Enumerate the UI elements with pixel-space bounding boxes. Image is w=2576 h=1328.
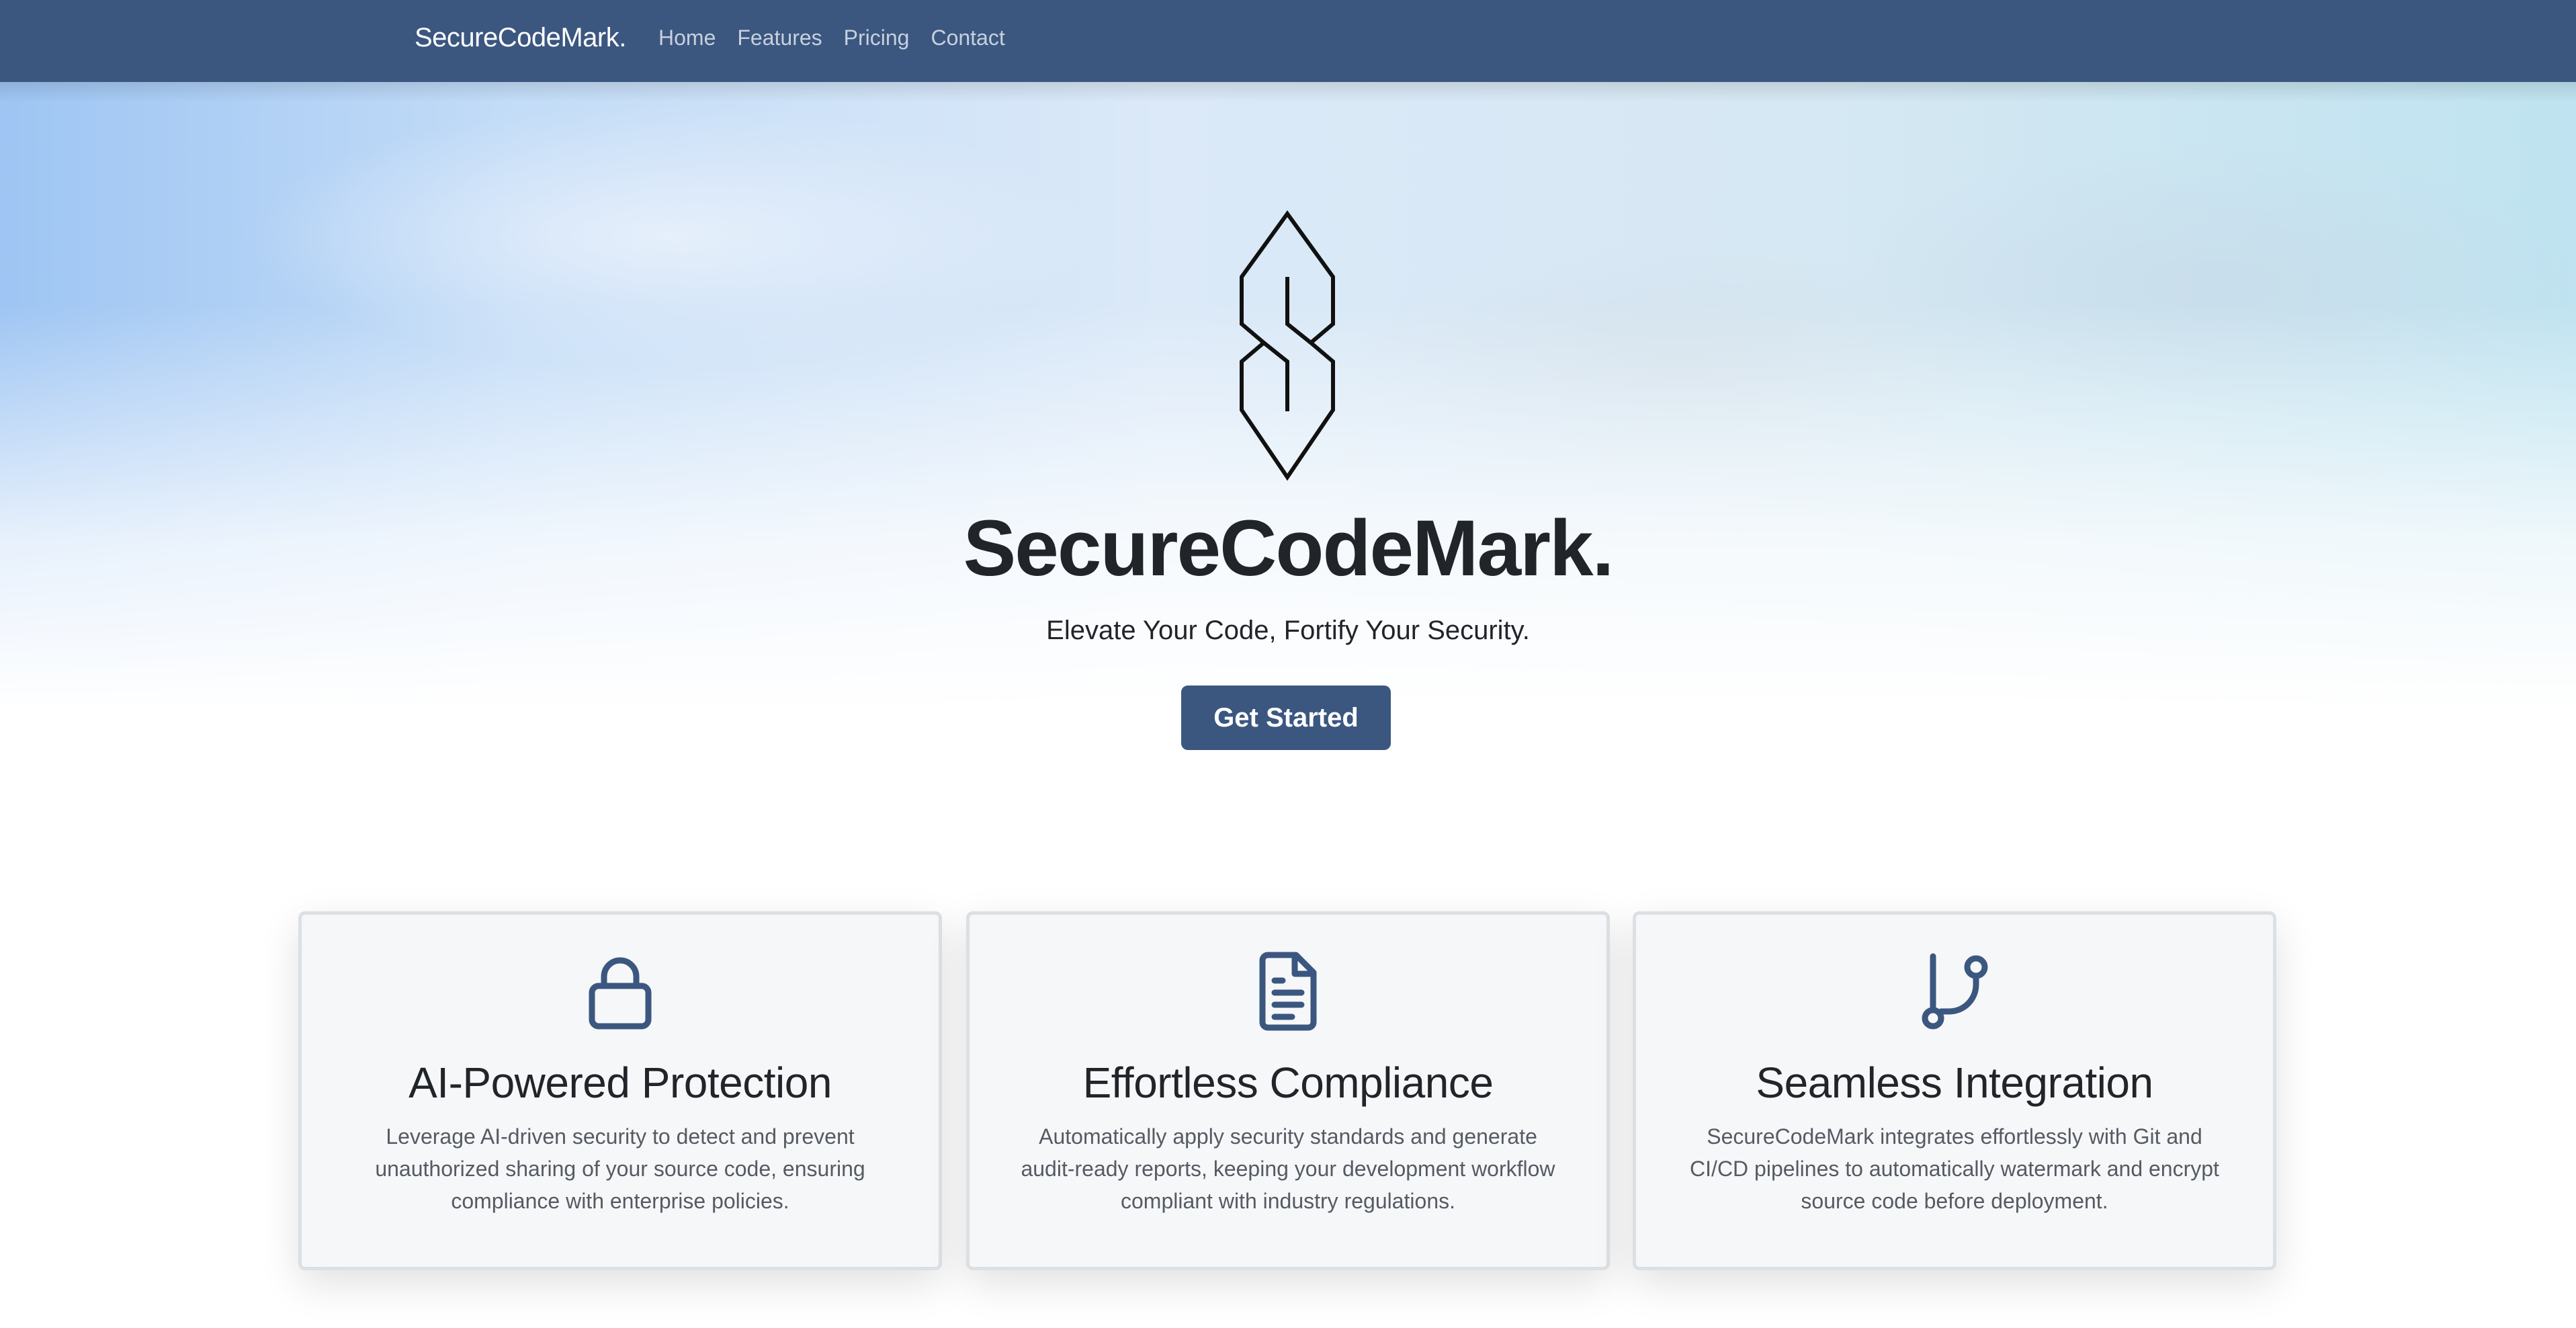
hero-subtitle: Elevate Your Code, Fortify Your Security… <box>1046 616 1530 645</box>
feature-description: Automatically apply security standards a… <box>1021 1124 1555 1213</box>
top-navbar: SecureCodeMark. Home Features Pricing Co… <box>0 0 2576 82</box>
nav-link-contact[interactable]: Contact <box>931 26 1004 50</box>
brand-link[interactable]: SecureCodeMark. <box>415 23 626 53</box>
nav-link-pricing[interactable]: Pricing <box>844 26 910 50</box>
document-icon <box>1259 952 1317 1031</box>
feature-card-ai-protection: AI-Powered Protection Leverage AI-driven… <box>298 911 942 1270</box>
feature-title: Seamless Integration <box>1756 1059 2153 1107</box>
feature-card-compliance: Effortless Compliance Automatically appl… <box>966 911 1610 1270</box>
feature-title: Effortless Compliance <box>1082 1059 1494 1107</box>
nav-links: Home Features Pricing Contact <box>658 26 1027 50</box>
nav-link-home[interactable]: Home <box>658 26 716 50</box>
get-started-button[interactable]: Get Started <box>1181 686 1391 750</box>
feature-description: SecureCodeMark integrates effortlessly w… <box>1690 1124 2219 1213</box>
git-branch-icon <box>1922 953 1988 1030</box>
feature-title: AI-Powered Protection <box>409 1059 832 1107</box>
hero-title: SecureCodeMark. <box>963 504 1615 593</box>
stylized-s-logo-icon <box>1240 210 1335 481</box>
navbar-shadow <box>0 82 2576 102</box>
feature-card-integration: Seamless Integration SecureCodeMark inte… <box>1633 911 2276 1270</box>
nav-link-features[interactable]: Features <box>737 26 822 50</box>
lock-icon <box>589 957 652 1030</box>
feature-description: Leverage AI-driven security to detect an… <box>375 1124 865 1213</box>
